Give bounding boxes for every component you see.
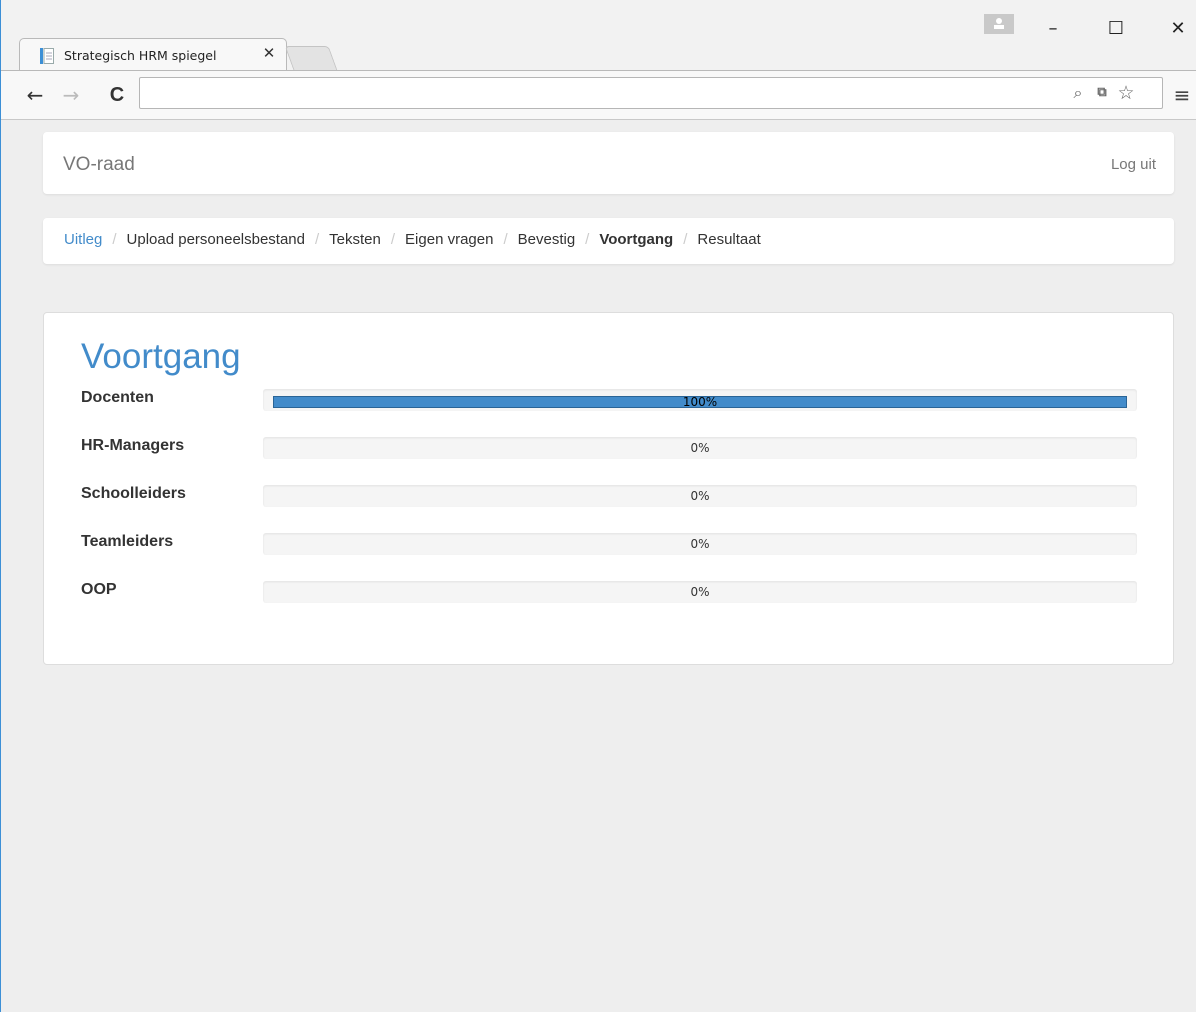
progress-row-hr-managers: HR-Managers 0% <box>81 435 1141 459</box>
star-icon[interactable]: ☆ <box>1116 83 1136 103</box>
progress-bar: 0% <box>263 437 1137 459</box>
progress-label: Docenten <box>81 389 154 406</box>
breadcrumb-item-uitleg[interactable]: Uitleg <box>64 231 102 248</box>
progress-row-schoolleiders: Schoolleiders 0% <box>81 483 1141 507</box>
tab-title: Strategisch HRM spiegel <box>64 48 217 63</box>
breadcrumb-item-eigen-vragen: Eigen vragen <box>405 231 494 248</box>
progress-label: Schoolleiders <box>81 485 186 502</box>
breadcrumb-item-upload: Upload personeelsbestand <box>126 231 305 248</box>
reload-icon[interactable]: C <box>105 83 129 107</box>
tab-close-icon[interactable]: ✕ <box>260 45 278 63</box>
browser-toolbar: ← → C ⌕ ⧉ ☆ ≡ <box>1 70 1196 120</box>
progress-row-docenten: Docenten 100% <box>81 387 1141 411</box>
breadcrumb-separator: / <box>390 231 396 248</box>
progress-label: OOP <box>81 581 117 598</box>
progress-percent: 0% <box>690 441 710 455</box>
breadcrumb-item-voortgang: Voortgang <box>599 231 674 248</box>
progress-bar: 100% <box>263 389 1137 411</box>
forward-icon[interactable]: → <box>59 83 83 107</box>
close-window-icon[interactable]: ✕ <box>1163 14 1193 44</box>
person-icon <box>994 18 1004 29</box>
progress-bar: 0% <box>263 485 1137 507</box>
maximize-icon[interactable]: ☐ <box>1101 14 1131 44</box>
progress-label: HR-Managers <box>81 437 185 454</box>
menu-icon[interactable]: ≡ <box>1171 83 1193 107</box>
breadcrumb-item-bevestig: Bevestig <box>517 231 576 248</box>
breadcrumb: Uitleg / Upload personeelsbestand / Teksten /… <box>43 218 1174 264</box>
profile-icon[interactable] <box>984 14 1014 34</box>
minimize-icon[interactable]: – <box>1038 14 1068 44</box>
page-title: Voortgang <box>81 337 241 376</box>
progress-percent: 0% <box>690 537 710 551</box>
breadcrumb-separator: / <box>112 231 117 248</box>
progress-panel: Voortgang Docenten 100% HR-Managers 0% S… <box>43 312 1174 665</box>
breadcrumb-item-resultaat: Resultaat <box>697 231 761 248</box>
brand-name[interactable]: VO-raad <box>63 154 135 176</box>
progress-row-oop: OOP 0% <box>81 579 1141 603</box>
logout-link[interactable]: Log uit <box>1111 156 1156 173</box>
document-icon <box>40 48 54 64</box>
zoom-icon[interactable]: ⌕ <box>1068 83 1088 103</box>
progress-bar: 0% <box>263 581 1137 603</box>
breadcrumb-separator: / <box>503 231 508 248</box>
progress-percent: 0% <box>690 489 710 503</box>
progress-row-teamleiders: Teamleiders 0% <box>81 531 1141 555</box>
breadcrumb-separator: / <box>585 231 590 248</box>
back-icon[interactable]: ← <box>23 83 47 107</box>
page-content: VO-raad Log uit Uitleg / Upload personeels… <box>0 120 1196 1012</box>
new-tab-button[interactable] <box>284 46 338 70</box>
breadcrumb-item-teksten: Teksten <box>329 231 381 248</box>
progress-percent: 0% <box>690 585 710 599</box>
translate-icon[interactable]: ⧉ <box>1092 83 1112 103</box>
title-bar: Strategisch HRM spiegel ✕ – ☐ ✕ <box>1 0 1196 70</box>
breadcrumb-separator: / <box>683 231 688 248</box>
progress-percent: 100% <box>682 395 718 409</box>
browser-chrome: Strategisch HRM spiegel ✕ – ☐ ✕ ← → C ⌕ … <box>0 0 1196 120</box>
progress-bar: 0% <box>263 533 1137 555</box>
browser-tab[interactable]: Strategisch HRM spiegel ✕ <box>19 38 287 70</box>
breadcrumb-separator: / <box>315 231 320 248</box>
address-bar[interactable]: ⌕ ⧉ ☆ <box>139 77 1163 109</box>
progress-label: Teamleiders <box>81 533 174 550</box>
top-navbar: VO-raad Log uit <box>43 132 1174 194</box>
